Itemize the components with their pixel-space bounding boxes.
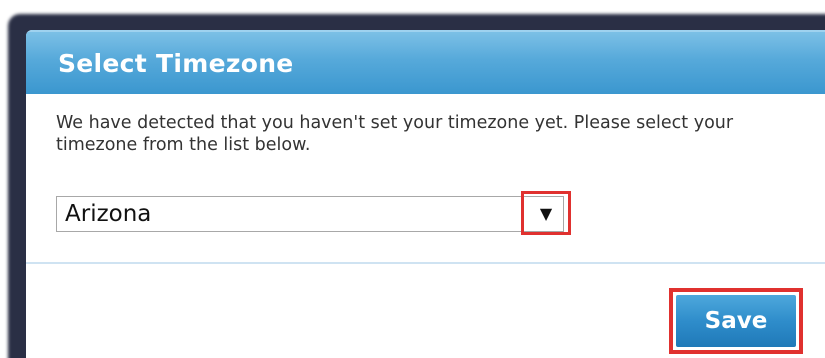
timezone-select-value: Arizona	[65, 201, 152, 227]
timezone-dialog: Select Timezone We have detected that yo…	[26, 30, 825, 358]
dialog-message: We have detected that you haven't set yo…	[56, 113, 734, 155]
dialog-title: Select Timezone	[58, 48, 294, 78]
dialog-header: Select Timezone	[26, 30, 825, 94]
dialog-body: We have detected that you haven't set yo…	[26, 94, 825, 156]
timezone-select[interactable]: Arizona ▼	[56, 191, 571, 235]
screenshot-stage: Select Timezone We have detected that yo…	[0, 0, 825, 358]
dialog-divider	[26, 262, 825, 264]
chevron-down-icon[interactable]: ▼	[521, 191, 571, 235]
save-button[interactable]: Save	[676, 295, 796, 347]
save-button-highlight: Save	[669, 288, 803, 354]
